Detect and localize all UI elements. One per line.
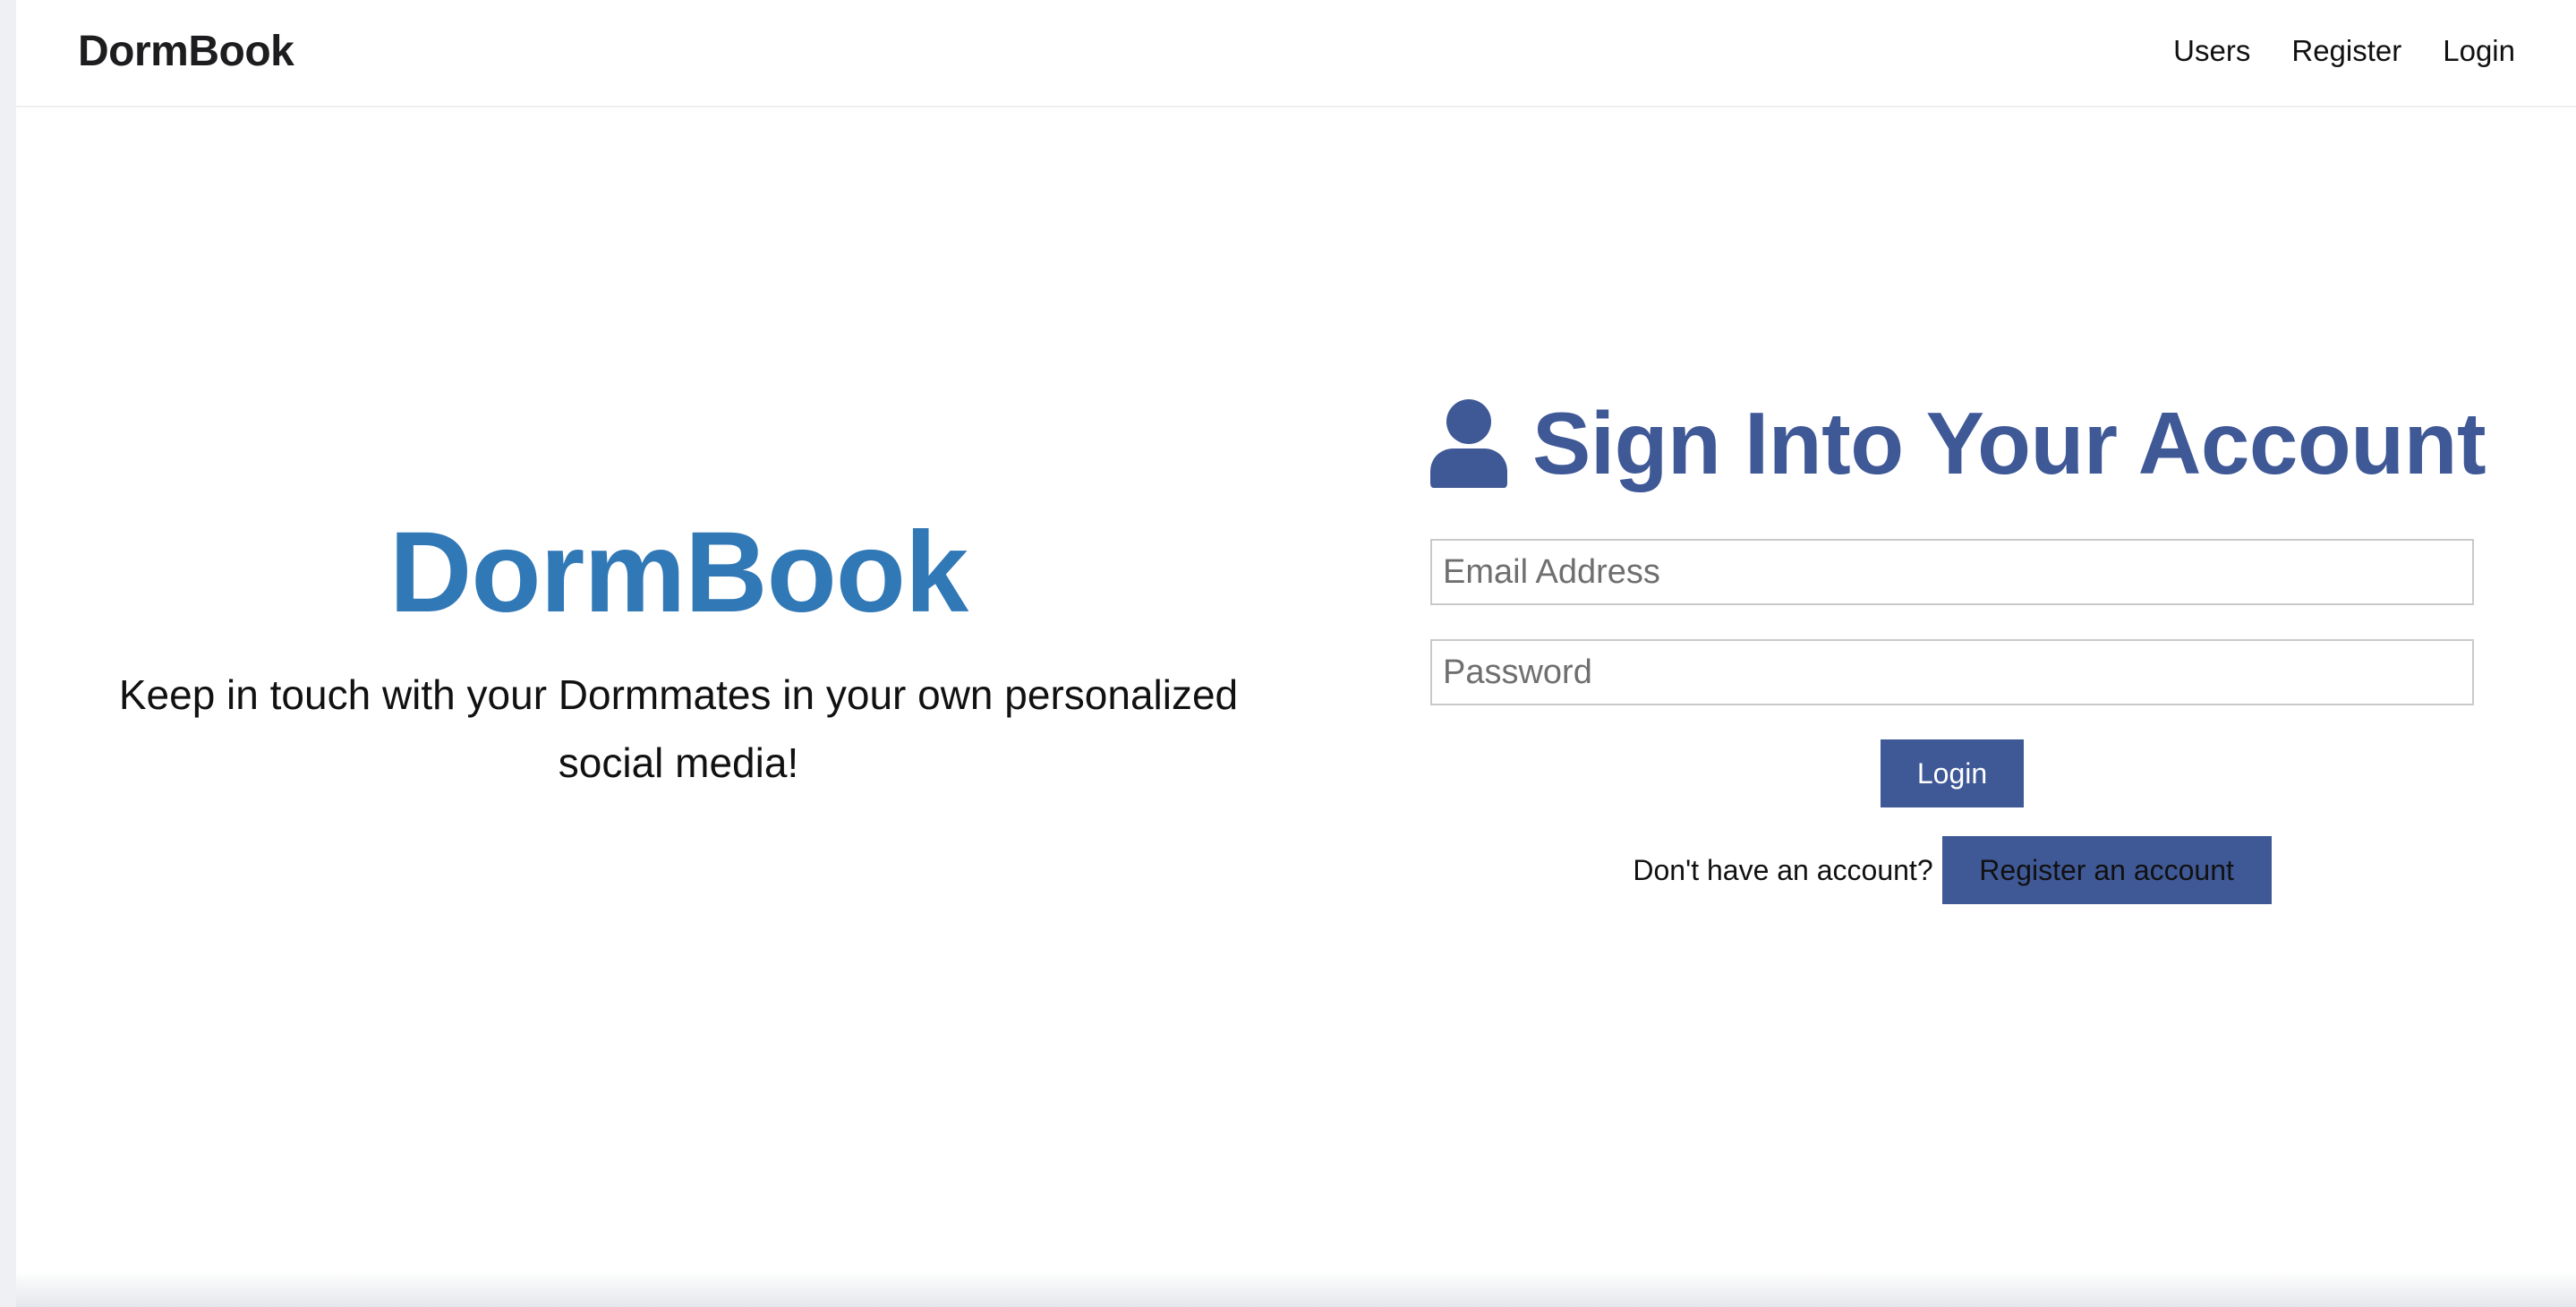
nav-link-login[interactable]: Login bbox=[2443, 34, 2515, 68]
register-row: Don't have an account? Register an accou… bbox=[1430, 836, 2474, 904]
login-panel: Sign Into Your Account Login Don't have … bbox=[1430, 385, 2486, 904]
nav-link-users[interactable]: Users bbox=[2173, 34, 2250, 68]
hero-title: DormBook bbox=[388, 508, 968, 636]
register-account-button[interactable]: Register an account bbox=[1941, 836, 2272, 904]
navbar-brand-link[interactable]: DormBook bbox=[78, 27, 294, 76]
hero-section: DormBook Keep in touch with your Dormmat… bbox=[70, 501, 1287, 797]
email-input[interactable] bbox=[1430, 539, 2474, 605]
login-heading: Sign Into Your Account bbox=[1430, 385, 2486, 501]
nav-link-register[interactable]: Register bbox=[2291, 34, 2401, 68]
hero-tagline: Keep in touch with your Dormmates in you… bbox=[118, 671, 1239, 786]
top-navbar: DormBook Users Register Login bbox=[16, 0, 2576, 107]
login-title: Sign Into Your Account bbox=[1532, 393, 2486, 492]
login-button[interactable]: Login bbox=[1881, 739, 2024, 807]
password-input[interactable] bbox=[1430, 639, 2474, 705]
nav-links: Users Register Login bbox=[2173, 34, 2515, 68]
user-icon bbox=[1430, 399, 1507, 488]
app-window: DormBook Users Register Login DormBook K… bbox=[16, 0, 2576, 1307]
register-prompt: Don't have an account? bbox=[1633, 853, 1933, 886]
